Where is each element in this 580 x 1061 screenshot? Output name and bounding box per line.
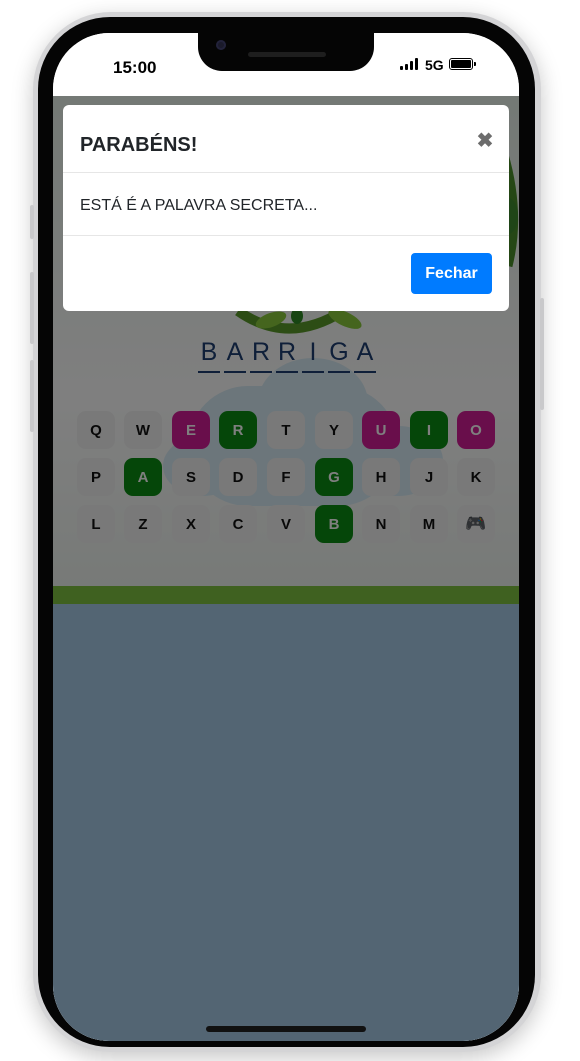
congratulations-modal: PARABÉNS! ✖ ESTÁ É A PALAVRA SECRETA... … [63,105,509,311]
modal-message: ESTÁ É A PALAVRA SECRETA... [80,197,318,214]
modal-header-divider [63,172,509,173]
camera-icon [216,40,226,50]
modal-title: PARABÉNS! [80,134,198,156]
volume-up-button [30,272,34,344]
close-icon[interactable]: ✖ [473,129,497,153]
volume-down-button [30,360,34,432]
battery-icon [449,58,476,70]
power-button [540,298,544,410]
modal-footer-divider [63,235,509,236]
signal-icon [400,58,420,70]
home-indicator[interactable] [206,1026,366,1032]
mute-switch [30,205,34,239]
game-area: B A R R I G A QWERTYUIOPASDFGHJKLZXCVBNM… [53,96,519,1041]
speaker-grille [248,52,326,57]
phone-screen: 15:00 5G B A R R I G A [53,33,519,1041]
network-type: 5G [425,57,444,73]
status-time: 15:00 [113,58,157,77]
close-button[interactable]: Fechar [411,253,492,294]
